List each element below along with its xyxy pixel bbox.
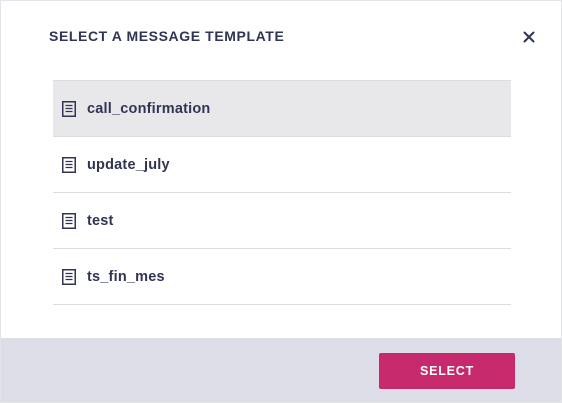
- close-icon[interactable]: [519, 27, 539, 47]
- template-label: test: [87, 212, 114, 229]
- document-icon: [61, 100, 77, 118]
- dialog-title: SELECT A MESSAGE TEMPLATE: [49, 28, 285, 44]
- template-label: ts_fin_mes: [87, 268, 165, 285]
- message-template-dialog: SELECT A MESSAGE TEMPLATE call_confirmat…: [0, 0, 562, 403]
- template-item-update-july[interactable]: update_july: [53, 137, 511, 193]
- template-list: call_confirmation update_july test ts_fi…: [53, 80, 511, 305]
- select-button[interactable]: SELECT: [379, 353, 515, 389]
- template-label: call_confirmation: [87, 100, 211, 117]
- document-icon: [61, 268, 77, 286]
- template-item-test[interactable]: test: [53, 193, 511, 249]
- document-icon: [61, 156, 77, 174]
- document-icon: [61, 212, 77, 230]
- template-label: update_july: [87, 156, 170, 173]
- dialog-footer: SELECT: [1, 338, 561, 402]
- template-item-call-confirmation[interactable]: call_confirmation: [53, 81, 511, 137]
- template-item-ts-fin-mes[interactable]: ts_fin_mes: [53, 249, 511, 305]
- dialog-header: SELECT A MESSAGE TEMPLATE: [1, 1, 561, 71]
